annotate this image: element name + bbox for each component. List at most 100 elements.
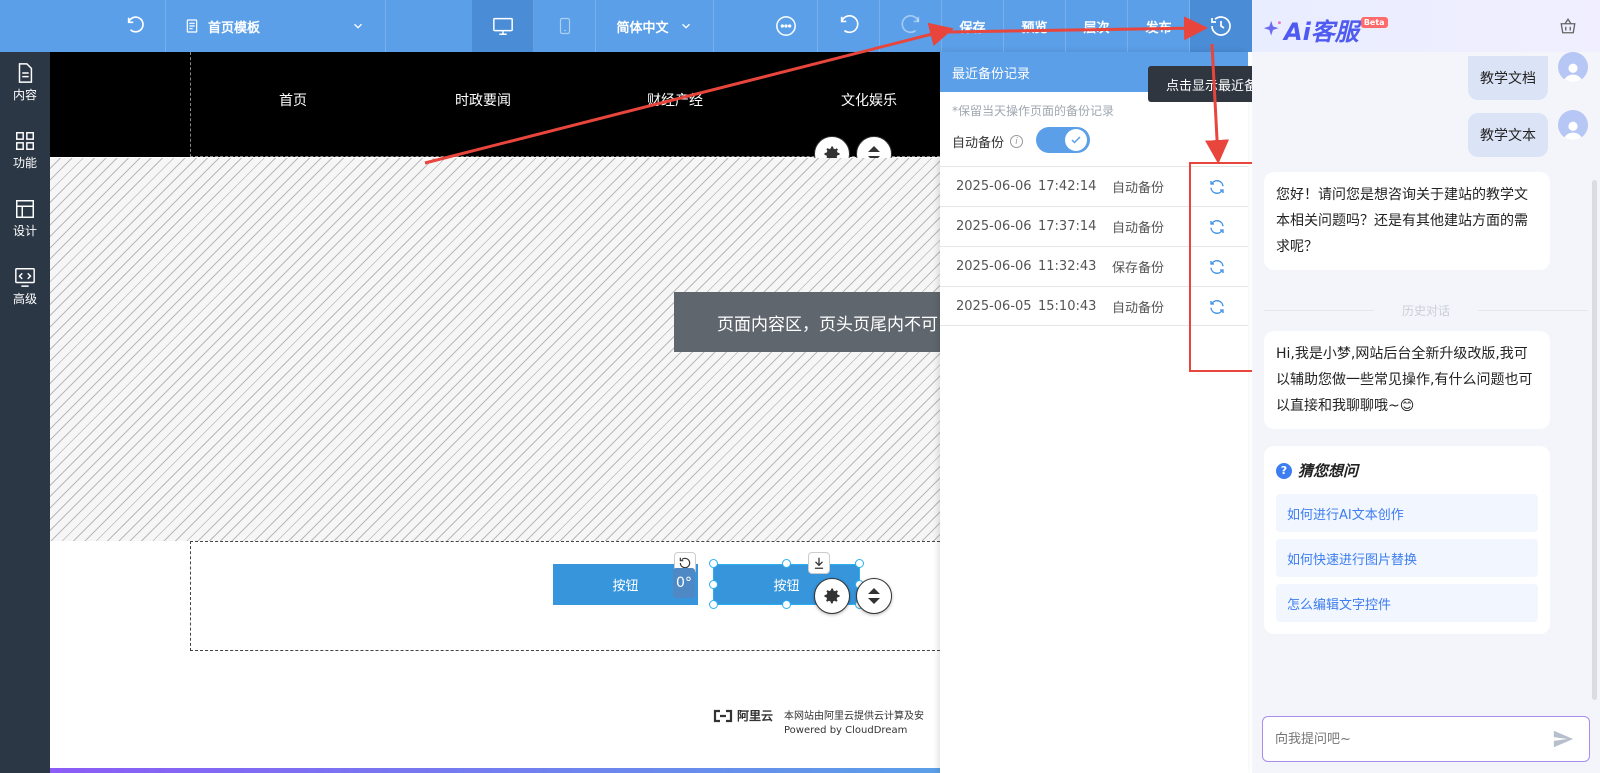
restore-icon[interactable]	[1208, 178, 1226, 196]
auto-backup-label: 自动备份	[952, 136, 1005, 151]
desktop-view-button[interactable]	[472, 0, 534, 52]
nav-link-culture[interactable]: 文化娱乐	[841, 90, 897, 110]
chat-brand-name: Ai客服	[1284, 18, 1359, 46]
save-button[interactable]: 保存	[942, 0, 1004, 52]
redo-button[interactable]	[880, 0, 942, 52]
sidebar-item-label: 高级	[12, 292, 37, 306]
restore-icon[interactable]	[1208, 298, 1226, 316]
footer-logo-text: 阿里云	[737, 709, 774, 723]
suggested-questions: ? 猜您想问 如何进行AI文本创作 如何快速进行图片替换 怎么编辑文字控件	[1264, 446, 1550, 634]
download-handle[interactable]	[808, 552, 830, 574]
chat-scrollbar[interactable]	[1592, 180, 1597, 700]
user-icon	[1563, 121, 1583, 140]
resize-handle[interactable]	[855, 559, 864, 568]
suggested-title: ? 猜您想问	[1276, 460, 1358, 481]
publish-label: 发布	[1145, 20, 1172, 36]
backup-date: 2025-06-06	[956, 219, 1032, 234]
backup-kind: 自动备份	[1112, 221, 1165, 236]
backup-time: 17:42:14	[1038, 179, 1097, 194]
basket-icon[interactable]	[1559, 17, 1577, 35]
site-header: 首页 时政要闻 财经产经 文化娱乐	[50, 52, 940, 157]
restore-icon[interactable]	[1208, 218, 1226, 236]
sidebar-item-label: 内容	[12, 88, 37, 102]
buttons-move-button[interactable]	[856, 578, 892, 614]
backup-history-button[interactable]	[1190, 0, 1252, 52]
editor-canvas: 首页 时政要闻 财经产经 文化娱乐 页面内容区，页头页尾内不可 按钮 0° 按钮	[50, 52, 940, 773]
preview-label: 预览	[1021, 20, 1048, 36]
resize-handle[interactable]	[782, 559, 791, 568]
question-icon: ?	[1276, 462, 1292, 479]
backup-kind: 自动备份	[1112, 181, 1165, 196]
preview-button[interactable]: 预览	[1004, 0, 1066, 52]
sidebar-item-content[interactable]: 内容	[0, 52, 50, 122]
ai-greeting-message: Hi,我是小梦,网站后台全新升级改版,我可以辅助您做一些常见操作,有什么问题也可…	[1264, 331, 1550, 429]
history-divider: 历史对话	[1264, 302, 1588, 319]
download-icon	[814, 557, 824, 569]
template-select[interactable]: 首页模板	[166, 0, 386, 52]
suggested-question[interactable]: 如何快速进行图片替换	[1276, 539, 1538, 577]
top-toolbar: 首页模板 简体中文 保存 预览 层次 发布	[0, 0, 1252, 52]
sidebar-item-label: 功能	[12, 156, 37, 170]
language-select[interactable]: 简体中文	[596, 0, 714, 52]
footer-line-2: Powered by CloudDream	[784, 725, 908, 736]
sidebar-item-label: 设计	[12, 224, 37, 238]
chevron-down-icon	[681, 23, 690, 29]
suggested-question[interactable]: 怎么编辑文字控件	[1276, 584, 1538, 622]
document-icon	[18, 63, 33, 83]
chevron-down-icon	[354, 23, 362, 29]
resize-handle[interactable]	[782, 600, 791, 609]
backup-record: 2025-06-06 17:37:14 自动备份	[940, 206, 1248, 246]
backup-date: 2025-06-06	[956, 179, 1032, 194]
footer-line-1: 本网站由阿里云提供云计算及安	[784, 711, 924, 722]
nav-link-finance[interactable]: 财经产经	[647, 90, 703, 110]
rotation-readout: 0°	[673, 568, 695, 598]
resize-handle[interactable]	[709, 559, 718, 568]
backup-kind: 保存备份	[1112, 261, 1165, 276]
auto-backup-toggle[interactable]	[1036, 127, 1090, 153]
sidebar-item-function[interactable]: 功能	[0, 120, 50, 190]
info-icon[interactable]: i	[1010, 135, 1024, 148]
resize-handle[interactable]	[709, 580, 718, 589]
publish-button[interactable]: 发布	[1128, 0, 1190, 52]
backup-note: *保留当天操作页面的备份记录	[952, 104, 1115, 118]
content-area-label: 页面内容区，页头页尾内不可	[674, 292, 940, 352]
sidebar-item-advanced[interactable]: 高级	[0, 256, 50, 326]
user-icon	[1563, 63, 1583, 82]
user-message: 教学文本	[1468, 113, 1548, 157]
backup-date: 2025-06-05	[956, 298, 1032, 314]
canvas-bottom-bar	[50, 768, 940, 773]
layer-label: 层次	[1083, 20, 1110, 36]
resize-handle[interactable]	[709, 600, 718, 609]
more-icon	[775, 16, 796, 36]
mobile-view-button[interactable]	[534, 0, 596, 52]
user-message: 教学文档	[1468, 56, 1548, 100]
more-button[interactable]	[754, 0, 818, 52]
up-down-icon	[868, 588, 880, 604]
nav-link-politics[interactable]: 时政要闻	[455, 90, 511, 110]
user-message-text: 教学文档	[1480, 71, 1536, 87]
layout-icon	[16, 200, 34, 218]
save-label: 保存	[959, 20, 986, 36]
sidebar-item-design[interactable]: 设计	[0, 188, 50, 258]
chat-brand: Ai客服 Beta	[1262, 12, 1388, 47]
aliyun-logo: 阿里云	[713, 707, 773, 724]
site-button-label: 按钮	[773, 579, 800, 594]
suggested-question[interactable]: 如何进行AI文本创作	[1276, 494, 1538, 532]
monitor-icon	[492, 17, 513, 35]
buttons-settings-button[interactable]	[814, 578, 850, 614]
backup-panel: 最近备份记录 *保留当天操作页面的备份记录 自动备份 i 2025-06-06 …	[940, 52, 1248, 773]
beta-badge: Beta	[1360, 17, 1388, 28]
language-label: 简体中文	[616, 20, 669, 36]
undo-button[interactable]	[818, 0, 880, 52]
back-button[interactable]	[106, 0, 166, 52]
layer-button[interactable]: 层次	[1066, 0, 1128, 52]
chat-input[interactable]	[1262, 716, 1590, 762]
toggle-knob	[1065, 129, 1087, 151]
send-icon[interactable]	[1552, 728, 1574, 750]
backup-time: 17:37:14	[1038, 219, 1097, 234]
nav-link-home[interactable]: 首页	[279, 90, 307, 110]
code-icon	[15, 268, 35, 287]
restore-icon[interactable]	[1208, 258, 1226, 276]
undo-icon	[840, 15, 859, 34]
backup-time: 11:32:43	[1038, 259, 1097, 274]
